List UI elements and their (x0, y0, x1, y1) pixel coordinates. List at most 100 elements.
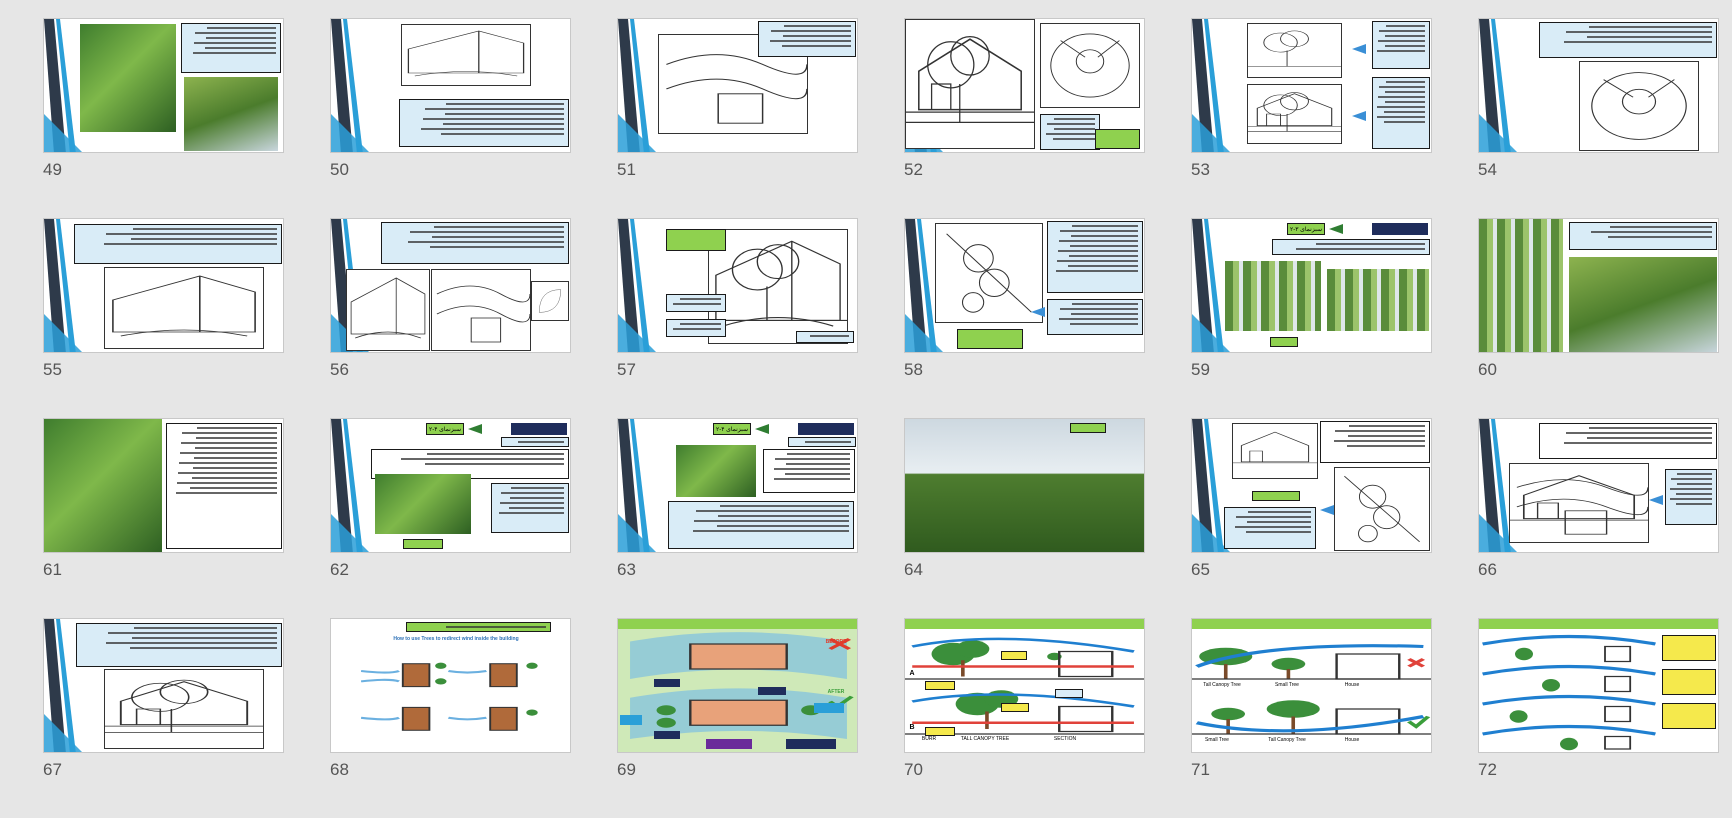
arrow-icon (755, 424, 769, 434)
label (1662, 635, 1716, 661)
plan-sketch (1040, 23, 1140, 108)
slide-thumbnail[interactable] (1478, 218, 1719, 353)
text-box (381, 222, 569, 264)
slide-cell: 56 (330, 218, 617, 418)
slide-number: 50 (330, 160, 349, 179)
text-box (399, 99, 569, 147)
slide-cell: 65 (1191, 418, 1478, 618)
slide-cell: 72 (1478, 618, 1732, 818)
text-box (763, 449, 855, 493)
label (706, 739, 752, 749)
slide-cell: BEFORE AFTER 69 (617, 618, 904, 818)
slide-cell: 49 (43, 18, 330, 218)
slide-thumbnail[interactable] (1191, 18, 1432, 153)
green-label (1270, 337, 1298, 347)
text-box (181, 23, 281, 73)
facade-photo (1225, 261, 1321, 331)
slide-cell: 55 (43, 218, 330, 418)
label-a: A (909, 670, 915, 677)
label (654, 679, 680, 687)
slide-cell: ۲-۴ سبزنمای 62 (330, 418, 617, 618)
slide-thumbnail[interactable] (904, 18, 1145, 153)
label (1662, 669, 1716, 695)
tall-canopy-label: Tall Canopy Tree (1268, 737, 1306, 743)
slide-number: 69 (617, 760, 636, 779)
text-box (788, 437, 856, 447)
label (925, 681, 955, 690)
slide-thumbnail[interactable]: BEFORE AFTER (617, 618, 858, 753)
slide-thumbnail[interactable] (617, 218, 858, 353)
slide-cell: 54 (1478, 18, 1732, 218)
slide-thumbnail[interactable]: How to use Trees to redirect wind inside… (330, 618, 571, 753)
section-sketch (1509, 463, 1649, 543)
text-box (1569, 222, 1717, 250)
green-wall-photo (676, 445, 756, 497)
text-box (668, 501, 854, 549)
text-box (666, 319, 726, 337)
slide-number: 55 (43, 360, 62, 379)
slide-number: 61 (43, 560, 62, 579)
tree-sketch (1247, 23, 1342, 78)
slide-thumbnail[interactable] (1478, 18, 1719, 153)
slide-number: 57 (617, 360, 636, 379)
slide-cell: 58 (904, 218, 1191, 418)
slide-accent-decoration (331, 19, 369, 152)
text-box (76, 623, 282, 667)
slide-thumbnail[interactable]: ۲-۳ سبزنمای (1191, 218, 1432, 353)
slide-thumbnail[interactable] (904, 218, 1145, 353)
green-wall-photo (80, 24, 176, 132)
slide-cell: 64 (904, 418, 1191, 618)
arrow-icon (1649, 495, 1663, 505)
text-box (1372, 77, 1430, 149)
slide-thumbnail[interactable] (1478, 418, 1719, 553)
slide-thumbnail[interactable] (1478, 618, 1719, 753)
before-label: BEFORE (825, 639, 847, 645)
text-box (1665, 469, 1717, 525)
text-box (1272, 239, 1430, 255)
title-badge (1372, 223, 1428, 235)
after-label: AFTER (827, 689, 845, 695)
slide-thumbnail[interactable] (330, 218, 571, 353)
slide-number: 64 (904, 560, 923, 579)
slide-thumbnail[interactable]: ۲-۴ سبزنمای (617, 418, 858, 553)
wall-sketch (346, 269, 430, 351)
text-box (406, 622, 551, 632)
arrow-icon (1352, 111, 1366, 121)
tree-house-sketch (104, 669, 264, 749)
green-label (1095, 129, 1140, 149)
slide-accent-decoration (618, 219, 656, 352)
label (925, 727, 955, 736)
text-box (1047, 299, 1143, 335)
slide-thumbnail[interactable]: ۲-۴ سبزنمای (330, 418, 571, 553)
label (1001, 703, 1029, 712)
title-badge (511, 423, 567, 435)
slide-thumbnail[interactable] (617, 18, 858, 153)
slide-thumbnail[interactable] (1191, 418, 1432, 553)
slide-thumbnail[interactable] (43, 418, 284, 553)
slide-thumbnail[interactable]: A B BURR TALL CANOPY TREE SECTION (904, 618, 1145, 753)
slide-thumbnail[interactable]: Tall Canopy Tree Small Tree House Small Tre… (1191, 618, 1432, 753)
slide-thumbnail[interactable] (904, 418, 1145, 553)
facade-photo (1569, 257, 1717, 352)
text-box (1372, 21, 1430, 69)
small-tree-label: Small Tree (1205, 737, 1229, 743)
slide-thumbnail[interactable] (43, 218, 284, 353)
label (620, 715, 642, 725)
slide-thumbnail[interactable] (43, 18, 284, 153)
slide-accent-decoration (618, 419, 656, 552)
slide-number: 67 (43, 760, 62, 779)
slide-cell: ۲-۴ سبزنمای 63 (617, 418, 904, 618)
wheels-sketch (935, 223, 1043, 323)
title-badge (798, 423, 854, 435)
slide-number: 70 (904, 760, 923, 779)
text-box (1047, 221, 1143, 293)
burr-label: BURR (921, 736, 937, 742)
text-box (1539, 423, 1717, 459)
text-box (1055, 689, 1083, 698)
slide-cell: 57 (617, 218, 904, 418)
green-wall-photo (375, 474, 471, 534)
slide-thumbnail[interactable] (330, 18, 571, 153)
facade-photo (1327, 269, 1429, 331)
slide-thumbnail[interactable] (43, 618, 284, 753)
diagram-caption: How to use Trees to redirect wind inside… (393, 636, 519, 642)
